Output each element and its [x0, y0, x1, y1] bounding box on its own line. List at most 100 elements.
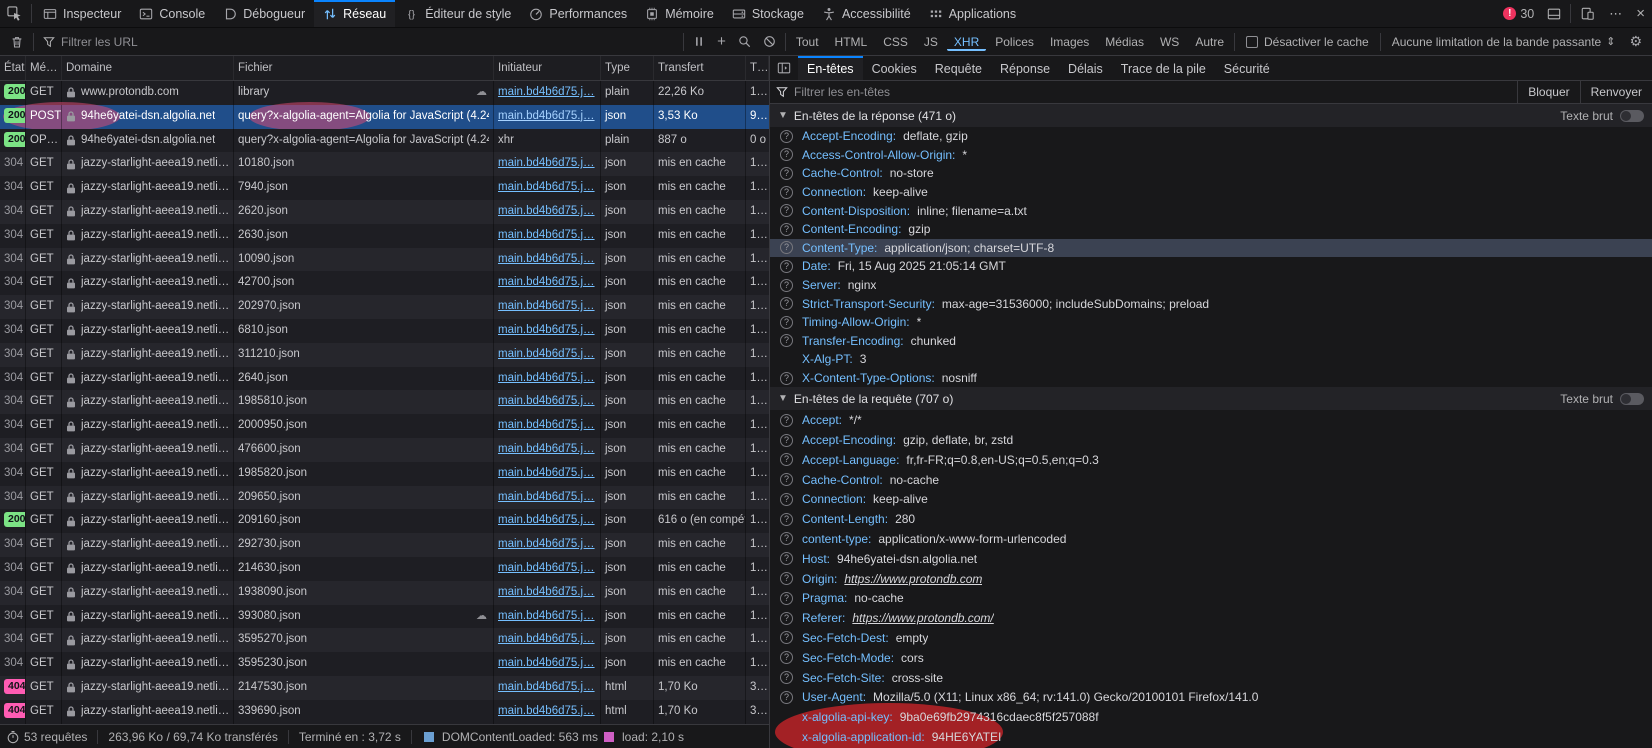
- responsive-mode-button[interactable]: [1573, 0, 1602, 27]
- response-headers-section-header[interactable]: ▼ En-têtes de la réponse (471 o) Texte b…: [770, 104, 1652, 127]
- help-icon[interactable]: ?: [780, 532, 793, 545]
- help-icon[interactable]: ?: [780, 691, 793, 704]
- initiator-link[interactable]: main.bd4b6d75.j…: [498, 562, 595, 574]
- pick-element-button[interactable]: [0, 0, 29, 27]
- initiator-link[interactable]: main.bd4b6d75.j…: [498, 205, 595, 217]
- request-row[interactable]: 304GETjazzy-starlight-aeea19.netli…2640.…: [0, 367, 769, 391]
- filter-type-médias[interactable]: Médias: [1098, 33, 1151, 51]
- header-row[interactable]: ?Origin:https://www.protondb.com: [770, 569, 1652, 589]
- header-row[interactable]: ?Accept-Encoding:gzip, deflate, br, zstd: [770, 430, 1652, 450]
- column-header[interactable]: Initiateur: [494, 56, 601, 80]
- filter-type-js[interactable]: JS: [917, 33, 945, 51]
- close-devtools-button[interactable]: ×: [1629, 0, 1652, 27]
- initiator-link[interactable]: main.bd4b6d75.j…: [498, 253, 595, 265]
- search-button[interactable]: [732, 28, 757, 55]
- help-icon[interactable]: ?: [780, 572, 793, 585]
- help-icon[interactable]: ?: [780, 279, 793, 292]
- header-row[interactable]: ?Connection:keep-alive: [770, 490, 1652, 510]
- request-headers-section-header[interactable]: ▼ En-têtes de la requête (707 o) Texte b…: [770, 387, 1652, 410]
- header-row[interactable]: ?X-Content-Type-Options:nosniff: [770, 369, 1652, 388]
- help-icon[interactable]: ?: [780, 130, 793, 143]
- help-icon[interactable]: ?: [780, 241, 793, 254]
- column-header[interactable]: Mé…: [26, 56, 62, 80]
- split-console-button[interactable]: [1540, 0, 1568, 27]
- header-row[interactable]: ?Strict-Transport-Security:max-age=31536…: [770, 294, 1652, 313]
- initiator-link[interactable]: main.bd4b6d75.j…: [498, 538, 595, 550]
- column-header[interactable]: État: [0, 56, 26, 80]
- header-row[interactable]: ?Date:Fri, 15 Aug 2025 21:05:14 GMT: [770, 257, 1652, 276]
- header-row[interactable]: ?Accept:*/*: [770, 410, 1652, 430]
- details-tab-trace-de-la-pile[interactable]: Trace de la pile: [1112, 56, 1215, 80]
- initiator-link[interactable]: main.bd4b6d75.j…: [498, 157, 595, 169]
- help-icon[interactable]: ?: [780, 148, 793, 161]
- request-row[interactable]: 304GETjazzy-starlight-aeea19.netli…2630.…: [0, 224, 769, 248]
- header-row[interactable]: ?Accept-Language:fr,fr-FR;q=0.8,en-US;q=…: [770, 450, 1652, 470]
- details-tab-cookies[interactable]: Cookies: [863, 56, 926, 80]
- initiator-link[interactable]: main.bd4b6d75.j…: [498, 372, 595, 384]
- url-filter-input[interactable]: [61, 35, 674, 49]
- initiator-link[interactable]: main.bd4b6d75.j…: [498, 324, 595, 336]
- details-tab-r-ponse[interactable]: Réponse: [991, 56, 1059, 80]
- request-row[interactable]: 200POST94he6yatei-dsn.algolia.netquery?x…: [0, 105, 769, 129]
- toolbox-tab-style[interactable]: {}Éditeur de style: [395, 0, 520, 27]
- request-row[interactable]: 304GETjazzy-starlight-aeea19.netli…47660…: [0, 438, 769, 462]
- header-row[interactable]: ?Access-Control-Allow-Origin:*: [770, 146, 1652, 165]
- initiator-link[interactable]: main.bd4b6d75.j…: [498, 657, 595, 669]
- header-row[interactable]: ?User-Agent:Mozilla/5.0 (X11; Linux x86_…: [770, 687, 1652, 707]
- filter-type-css[interactable]: CSS: [876, 33, 915, 51]
- pause-log-button[interactable]: [687, 28, 711, 55]
- initiator-link[interactable]: main.bd4b6d75.j…: [498, 348, 595, 360]
- initiator-link[interactable]: main.bd4b6d75.j…: [498, 395, 595, 407]
- header-row[interactable]: ?content-type:application/x-www-form-url…: [770, 529, 1652, 549]
- filter-type-images[interactable]: Images: [1043, 33, 1096, 51]
- toolbox-tab-debogueur[interactable]: Débogueur: [214, 0, 314, 27]
- throttling-select[interactable]: Aucune limitation de la bande passante ⇕: [1384, 35, 1624, 49]
- help-icon[interactable]: ?: [780, 592, 793, 605]
- request-row[interactable]: 304GETjazzy-starlight-aeea19.netli…35952…: [0, 628, 769, 652]
- request-row[interactable]: 200GETjazzy-starlight-aeea19.netli…20916…: [0, 509, 769, 533]
- header-row[interactable]: ?Timing-Allow-Origin:*: [770, 313, 1652, 332]
- request-row[interactable]: 200GETwww.protondb.comlibrary☁main.bd4b6…: [0, 81, 769, 105]
- stopwatch-icon[interactable]: [6, 730, 20, 744]
- header-value[interactable]: https://www.protondb.com: [844, 572, 982, 586]
- header-row[interactable]: ?Sec-Fetch-Site:cross-site: [770, 668, 1652, 688]
- toolbox-tab-stockage[interactable]: Stockage: [723, 0, 813, 27]
- help-icon[interactable]: ?: [780, 372, 793, 385]
- column-header[interactable]: Fichier: [234, 56, 494, 80]
- new-request-button[interactable]: +: [711, 28, 732, 55]
- filter-type-polices[interactable]: Polices: [988, 33, 1041, 51]
- initiator-link[interactable]: main.bd4b6d75.j…: [498, 229, 595, 241]
- header-row[interactable]: ?Host:94he6yatei-dsn.algolia.net: [770, 549, 1652, 569]
- toolbox-tab-accessibilite[interactable]: Accessibilité: [813, 0, 920, 27]
- initiator-link[interactable]: main.bd4b6d75.j…: [498, 586, 595, 598]
- toolbox-tab-console[interactable]: Console: [130, 0, 214, 27]
- filter-type-autre[interactable]: Autre: [1188, 33, 1231, 51]
- initiator-link[interactable]: main.bd4b6d75.j…: [498, 443, 595, 455]
- help-icon[interactable]: ?: [780, 297, 793, 310]
- help-icon[interactable]: ?: [780, 204, 793, 217]
- column-header[interactable]: Domaine: [62, 56, 234, 80]
- help-icon[interactable]: ?: [780, 671, 793, 684]
- block-button[interactable]: Bloquer: [1517, 81, 1579, 103]
- request-row[interactable]: 304GETjazzy-starlight-aeea19.netli…19380…: [0, 581, 769, 605]
- help-icon[interactable]: ?: [780, 260, 793, 273]
- header-row[interactable]: ?Accept-Encoding:deflate, gzip: [770, 127, 1652, 146]
- clear-requests-button[interactable]: [4, 28, 30, 55]
- request-row[interactable]: 304GETjazzy-starlight-aeea19.netli…35952…: [0, 652, 769, 676]
- header-row[interactable]: ?Server:nginx: [770, 276, 1652, 295]
- disable-cache-option[interactable]: Désactiver le cache: [1238, 35, 1377, 49]
- header-row[interactable]: ?Content-Length:280: [770, 509, 1652, 529]
- resend-button[interactable]: Renvoyer: [1580, 81, 1652, 103]
- header-row[interactable]: x-algolia-application-id:94HE6YATEI: [770, 727, 1652, 747]
- header-row[interactable]: x-algolia-api-key:9ba0e69fb2974316cdaec8…: [770, 707, 1652, 727]
- header-row[interactable]: ?Sec-Fetch-Mode:cors: [770, 648, 1652, 668]
- toolbox-tab-memoire[interactable]: Mémoire: [636, 0, 723, 27]
- help-icon[interactable]: ?: [780, 414, 793, 427]
- help-icon[interactable]: ?: [780, 513, 793, 526]
- help-icon[interactable]: ?: [780, 434, 793, 447]
- initiator-link[interactable]: main.bd4b6d75.j…: [498, 467, 595, 479]
- header-row[interactable]: ?Cache-Control:no-store: [770, 164, 1652, 183]
- details-tab-s-curit-[interactable]: Sécurité: [1215, 56, 1279, 80]
- initiator-link[interactable]: main.bd4b6d75.j…: [498, 86, 595, 98]
- help-icon[interactable]: ?: [780, 167, 793, 180]
